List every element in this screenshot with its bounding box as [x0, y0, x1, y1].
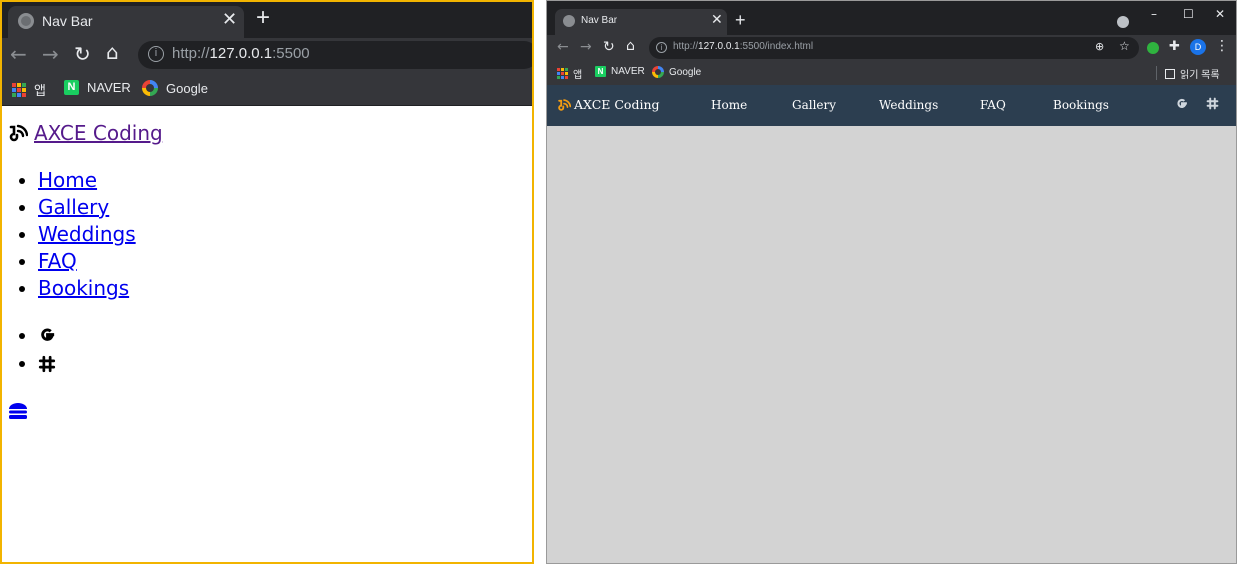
google-icon[interactable]	[1175, 97, 1189, 111]
reload-icon[interactable]: ↻	[74, 42, 91, 66]
tab-search-icon[interactable]	[1117, 16, 1129, 28]
reload-icon[interactable]: ↻	[603, 39, 615, 55]
logo-link[interactable]: AXCE Coding	[8, 121, 163, 145]
close-tab-icon[interactable]: ✕	[222, 9, 237, 30]
google-favicon-icon	[652, 66, 664, 78]
nav-link-home[interactable]: Home	[711, 98, 747, 112]
page-body	[547, 126, 1236, 563]
back-arrow-icon[interactable]: ←	[10, 42, 27, 66]
new-tab-button[interactable]: +	[735, 10, 746, 31]
nav-item-faq: FAQ	[38, 248, 136, 275]
new-tab-button[interactable]: +	[256, 4, 270, 32]
apps-grid-icon	[12, 82, 26, 97]
info-icon[interactable]: i	[148, 46, 164, 62]
extensions-puzzle-icon[interactable]: ✚	[1169, 39, 1180, 54]
nav-item-bookings: Bookings	[38, 275, 136, 302]
browser-tab[interactable]: Nav Bar ✕	[555, 9, 727, 35]
bookmark-apps[interactable]: 앱	[12, 80, 46, 99]
nav-item-home: Home	[38, 167, 136, 194]
url-text: http://127.0.0.1:5500/index.html	[673, 41, 814, 52]
slack-icon[interactable]	[38, 355, 56, 373]
bookmarks-separator	[1156, 66, 1157, 80]
reading-list-icon	[1165, 68, 1175, 79]
browser-tab[interactable]: Nav Bar ✕	[8, 6, 244, 38]
home-icon[interactable]: ⌂	[626, 38, 635, 54]
google-icon[interactable]	[38, 326, 57, 345]
maximize-icon[interactable]: ☐	[1183, 7, 1194, 21]
home-icon[interactable]: ⌂	[106, 40, 119, 64]
bookmarks-bar: 앱 N NAVER Google	[2, 72, 532, 106]
nav-link-faq[interactable]: FAQ	[38, 249, 77, 273]
nav-link-weddings[interactable]: Weddings	[879, 98, 938, 112]
naver-icon: N	[64, 80, 79, 95]
bookmarks-bar: 앱 N NAVER Google 읽기 목록	[547, 61, 1236, 85]
tab-title: Nav Bar	[42, 13, 93, 29]
slack-icon[interactable]	[1206, 97, 1219, 110]
profile-avatar[interactable]: D	[1190, 39, 1206, 55]
nav-item-gallery: Gallery	[38, 194, 136, 221]
naver-icon: N	[595, 66, 606, 77]
logo-link[interactable]: AXCE Coding	[557, 97, 660, 112]
bookmark-naver[interactable]: N NAVER	[595, 66, 645, 77]
hamburger-icon[interactable]	[8, 402, 28, 420]
minimize-icon[interactable]: –	[1151, 7, 1157, 21]
address-bar[interactable]: i http://127.0.0.1:5500	[138, 41, 532, 69]
bookmark-google[interactable]: Google	[652, 66, 701, 78]
info-icon[interactable]: i	[656, 42, 667, 53]
social-item-slack	[38, 349, 57, 377]
address-bar[interactable]: i http://127.0.0.1:5500/index.html ⊕ ☆	[649, 37, 1139, 59]
left-browser-window: Nav Bar ✕ + ← → ↻ ⌂ i http://127.0.0.1:5…	[0, 0, 534, 564]
panel-gap	[534, 0, 546, 564]
google-favicon-icon	[142, 80, 158, 96]
nav-link-bookings[interactable]: Bookings	[38, 276, 129, 300]
nav-item-weddings: Weddings	[38, 221, 136, 248]
extension-icon[interactable]	[1147, 42, 1159, 54]
nav-list: Home Gallery Weddings FAQ Bookings	[38, 167, 136, 302]
toolbar: ← → ↻ ⌂ i http://127.0.0.1:5500/index.ht…	[547, 35, 1236, 61]
tab-title: Nav Bar	[581, 15, 618, 26]
reading-list-button[interactable]: 읽기 목록	[1165, 66, 1220, 81]
nav-link-home[interactable]: Home	[38, 168, 97, 192]
forward-arrow-icon[interactable]: →	[42, 42, 59, 66]
forward-arrow-icon[interactable]: →	[580, 39, 592, 55]
kebab-menu-icon[interactable]: ⋮	[1215, 38, 1229, 54]
url-text: http://127.0.0.1:5500	[172, 45, 310, 62]
bookmark-star-icon[interactable]: ☆	[1119, 39, 1130, 53]
nav-link-gallery[interactable]: Gallery	[38, 195, 109, 219]
toolbar: ← → ↻ ⌂ i http://127.0.0.1:5500	[2, 38, 532, 72]
tab-strip: Nav Bar ✕ +	[2, 2, 532, 38]
nav-link-gallery[interactable]: Gallery	[792, 98, 836, 112]
bookmark-naver[interactable]: N NAVER	[64, 80, 131, 95]
apps-grid-icon	[557, 68, 568, 79]
right-browser-window: Nav Bar ✕ + – ☐ ✕ ← → ↻ ⌂ i http://127.0…	[546, 0, 1237, 564]
close-window-icon[interactable]: ✕	[1215, 7, 1225, 21]
blogger-icon	[9, 124, 28, 142]
tab-strip: Nav Bar ✕ + – ☐ ✕	[547, 1, 1236, 35]
social-list	[38, 321, 57, 377]
site-navbar: AXCE Coding Home Gallery Weddings FAQ Bo…	[547, 85, 1236, 126]
close-tab-icon[interactable]: ✕	[711, 12, 723, 28]
blogger-icon	[558, 98, 571, 111]
nav-link-faq[interactable]: FAQ	[980, 98, 1006, 112]
zoom-icon[interactable]: ⊕	[1095, 40, 1104, 53]
globe-icon	[18, 13, 34, 29]
nav-link-weddings[interactable]: Weddings	[38, 222, 136, 246]
unstyled-page: AXCE Coding Home Gallery Weddings FAQ Bo…	[2, 107, 532, 562]
globe-icon	[563, 15, 575, 27]
nav-link-bookings[interactable]: Bookings	[1053, 98, 1109, 112]
social-item-google	[38, 321, 57, 349]
bookmark-apps[interactable]: 앱	[557, 66, 582, 81]
bookmark-google[interactable]: Google	[142, 80, 208, 96]
back-arrow-icon[interactable]: ←	[557, 39, 569, 55]
